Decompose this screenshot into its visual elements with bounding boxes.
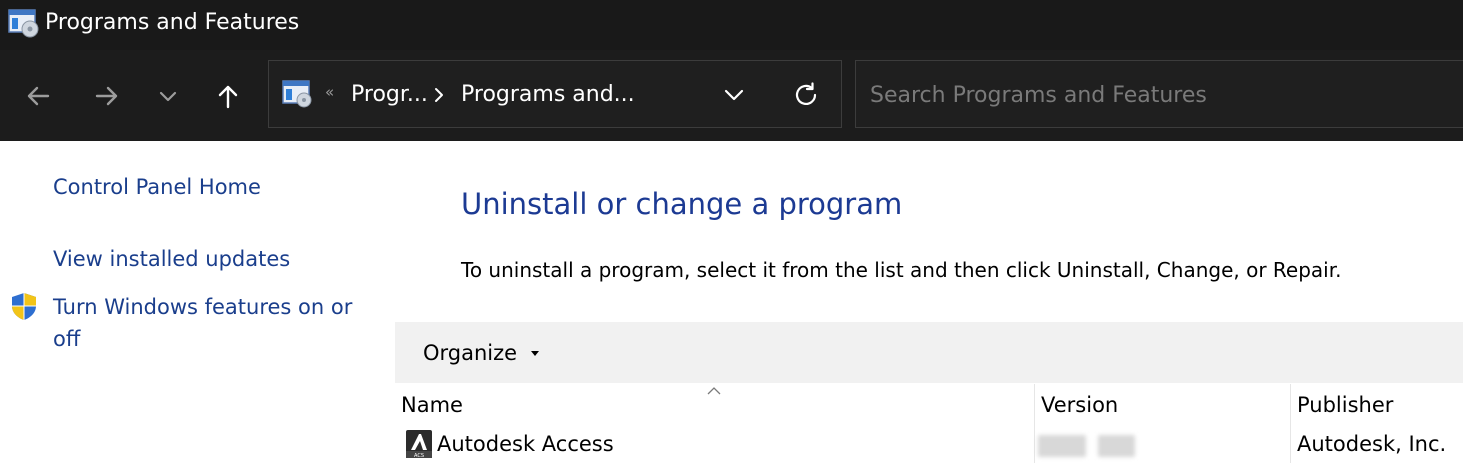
forward-button[interactable] (86, 68, 128, 124)
search-input[interactable] (868, 61, 1462, 129)
search-box[interactable] (855, 60, 1463, 129)
shield-icon (12, 293, 36, 320)
column-header-version[interactable]: Version (1035, 384, 1290, 426)
arrow-left-icon (27, 86, 50, 106)
address-dropdown-button[interactable] (714, 75, 754, 115)
refresh-button[interactable] (784, 75, 828, 115)
breadcrumb-item[interactable]: Progr... (351, 81, 428, 109)
up-button[interactable] (207, 68, 249, 124)
program-publisher: Autodesk, Inc. (1297, 432, 1447, 456)
svg-text:ACS: ACS (414, 453, 424, 458)
version-redacted (1098, 435, 1135, 457)
command-toolbar: Organize (395, 322, 1463, 383)
back-button[interactable] (17, 68, 59, 124)
turn-windows-features-link[interactable]: Turn Windows features on or off (53, 291, 352, 355)
version-redacted (1038, 435, 1086, 457)
link-line: Turn Windows features on or (53, 295, 353, 319)
column-header-name[interactable]: Name (395, 384, 1034, 426)
programs-features-icon (282, 80, 312, 108)
recent-locations-button[interactable] (147, 68, 189, 124)
window-title: Programs and Features (45, 10, 300, 35)
chevron-down-icon (724, 89, 744, 101)
navigation-bar: « Progr... Programs and... (0, 50, 1463, 141)
arrow-up-icon (218, 85, 238, 109)
control-panel-home-link[interactable]: Control Panel Home (53, 171, 261, 203)
chevron-down-icon (159, 91, 177, 102)
breadcrumb-item[interactable]: Programs and... (461, 81, 635, 109)
column-header-publisher[interactable]: Publisher (1291, 384, 1463, 426)
link-line: off (53, 327, 81, 351)
refresh-icon (795, 82, 817, 106)
autodesk-access-icon: ACS (406, 430, 432, 458)
programs-features-icon (8, 9, 39, 38)
organize-button[interactable]: Organize (411, 334, 551, 372)
page-title: Uninstall or change a program (461, 187, 903, 221)
organize-label: Organize (423, 341, 518, 365)
breadcrumb-overflow[interactable]: « (325, 81, 334, 103)
chevron-right-icon (435, 88, 443, 102)
program-name: Autodesk Access (437, 432, 614, 456)
arrow-right-icon (95, 86, 118, 106)
instructions-text: To uninstall a program, select it from t… (461, 258, 1342, 282)
caret-down-icon (531, 350, 540, 356)
view-installed-updates-link[interactable]: View installed updates (53, 243, 290, 275)
address-bar[interactable]: « Progr... Programs and... (268, 60, 842, 128)
title-bar: Programs and Features (0, 0, 1463, 50)
table-row[interactable]: ACS Autodesk Access Autodesk, Inc. (395, 426, 1463, 463)
